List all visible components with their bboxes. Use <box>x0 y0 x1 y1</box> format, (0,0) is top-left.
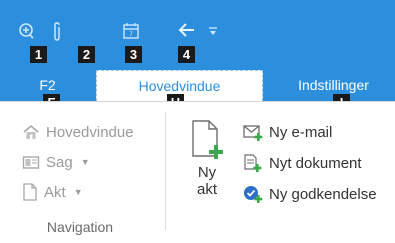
paperclip-icon <box>54 22 60 41</box>
back-arrow-icon <box>178 23 194 37</box>
quick-access-attach[interactable] <box>51 22 63 47</box>
quick-access-back[interactable] <box>178 22 196 43</box>
quick-access-calendar[interactable]: 7 <box>122 22 140 45</box>
add-circle-icon <box>19 23 34 39</box>
new-document-icon <box>192 120 223 159</box>
quick-access-add[interactable] <box>17 22 37 45</box>
chevron-down-icon: ▼ <box>73 187 83 197</box>
group-separator <box>165 112 166 230</box>
nav-hovedvindue-label: Hovedvindue <box>46 123 134 141</box>
quick-access-customize[interactable] <box>208 24 218 42</box>
keytip-4: 4 <box>178 46 195 63</box>
svg-text:7: 7 <box>129 31 133 38</box>
calendar-icon: 7 <box>123 23 139 39</box>
nav-hovedvindue[interactable]: Hovedvindue <box>22 121 134 143</box>
new-document-label: Nyt dokument <box>269 154 362 172</box>
nav-sag-label: Sag <box>46 153 73 171</box>
nav-akt-label: Akt <box>44 183 66 201</box>
new-approval-button[interactable]: Ny godkendelse <box>243 183 377 205</box>
new-email-icon <box>243 125 263 141</box>
document-icon <box>23 183 37 201</box>
approval-icon <box>244 186 263 203</box>
home-icon <box>23 124 39 139</box>
group-label-navigation: Navigation <box>46 219 114 235</box>
keytip-3: 3 <box>125 46 142 63</box>
new-akt-label-line1: Ny <box>197 164 217 181</box>
ribbon-panel: Hovedvindue Sag ▼ Akt ▼ Navigation Ny ak… <box>0 101 395 243</box>
chevron-down-icon: ▼ <box>80 157 90 167</box>
keytip-1: 1 <box>30 46 47 63</box>
case-icon <box>22 156 40 169</box>
nav-sag[interactable]: Sag ▼ <box>22 151 90 173</box>
new-document-button[interactable]: Nyt dokument <box>243 152 362 174</box>
new-document-small-icon <box>244 154 262 172</box>
nav-akt[interactable]: Akt ▼ <box>22 181 83 203</box>
new-akt-button[interactable]: Ny akt <box>180 118 234 218</box>
new-approval-label: Ny godkendelse <box>269 185 377 203</box>
new-akt-label-line2: akt <box>196 181 217 198</box>
new-email-button[interactable]: Ny e-mail <box>243 121 332 143</box>
dropdown-arrow-icon <box>209 27 217 35</box>
new-email-label: Ny e-mail <box>269 123 333 141</box>
keytip-2: 2 <box>78 46 95 63</box>
